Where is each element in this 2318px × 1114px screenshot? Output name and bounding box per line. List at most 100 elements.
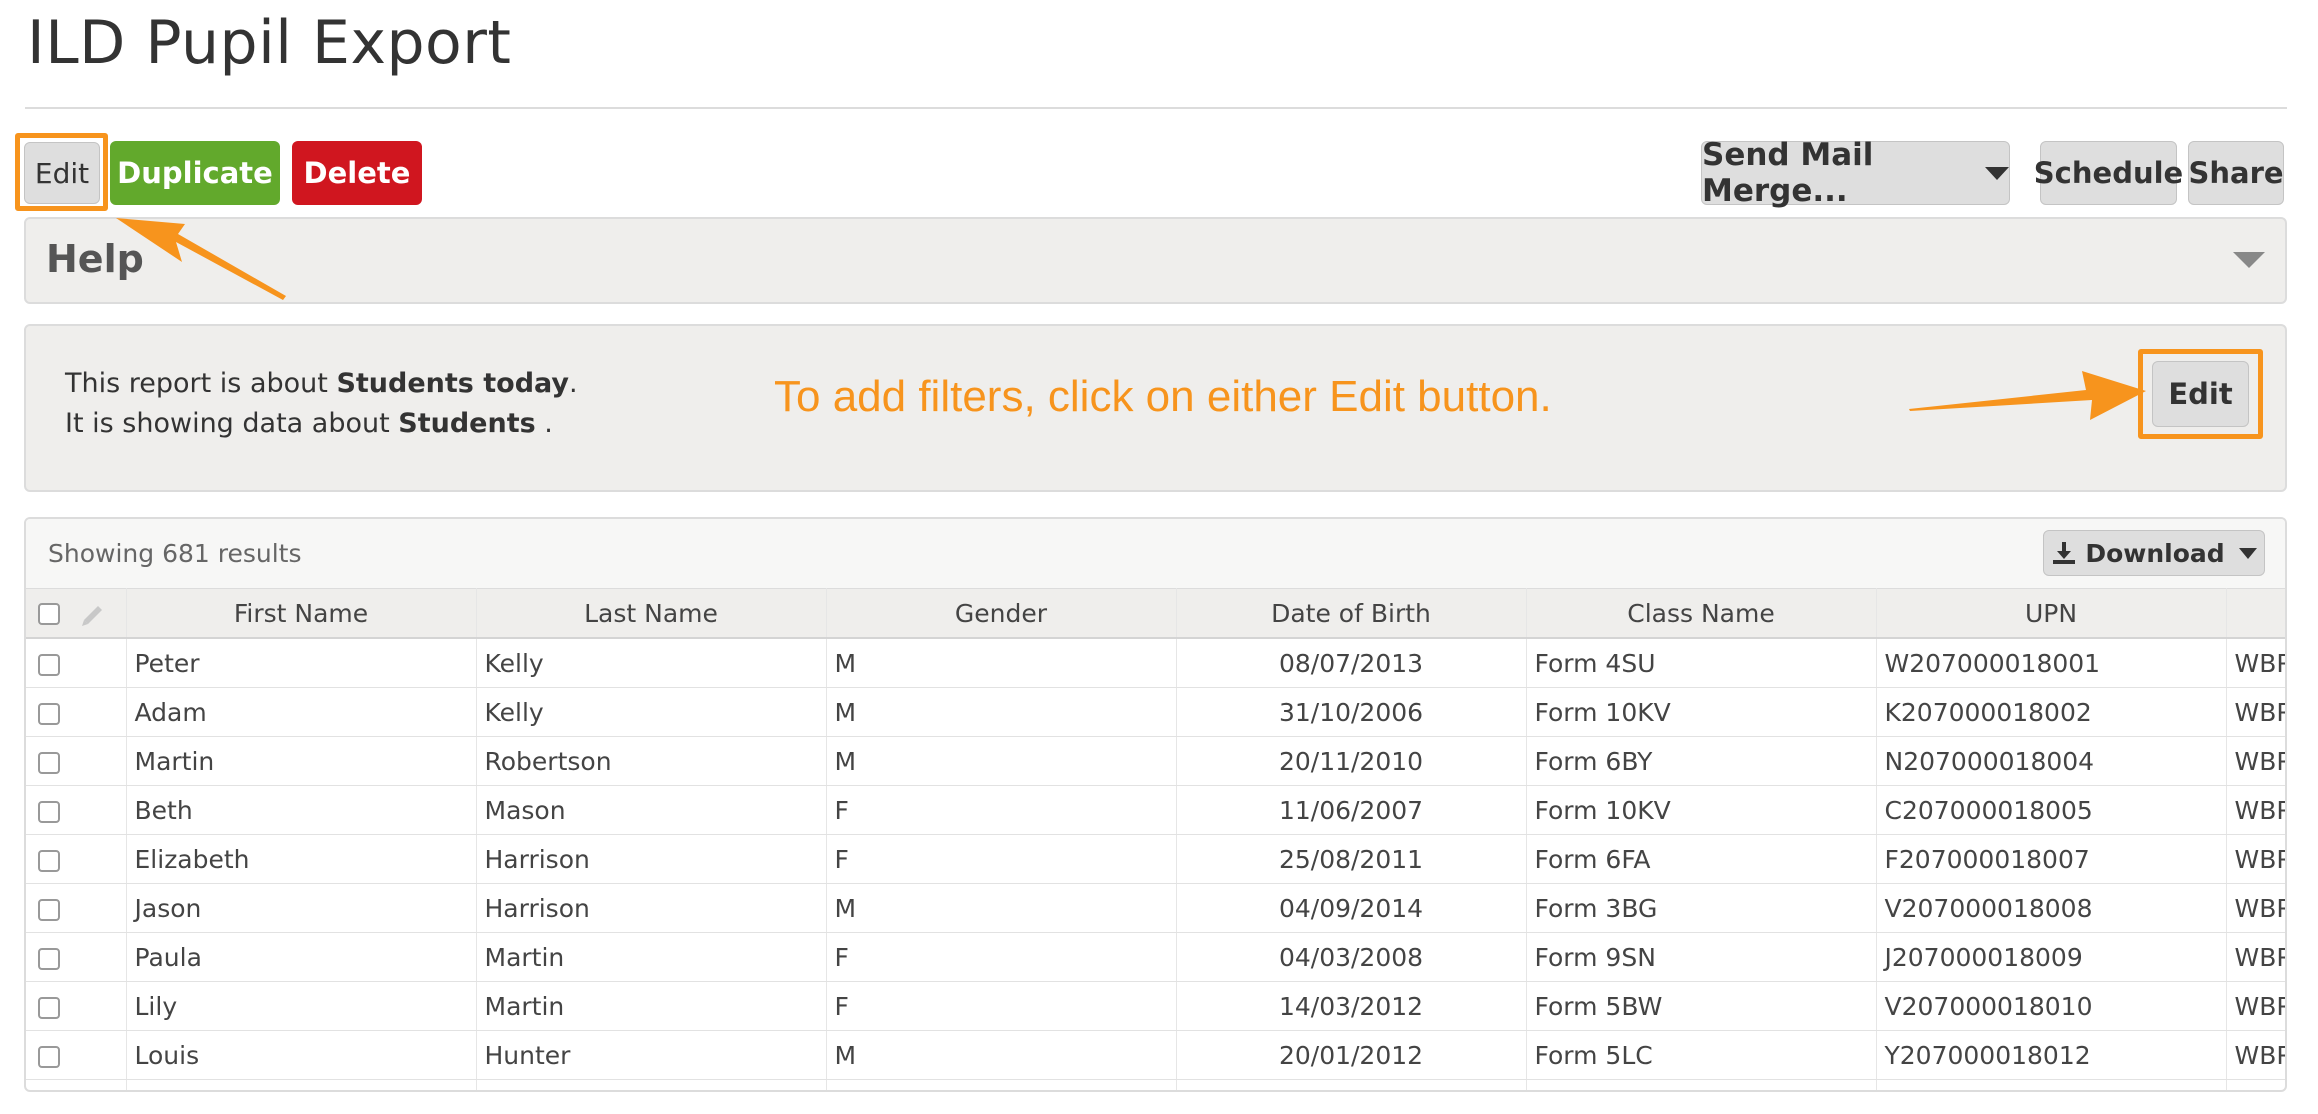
cell-last-name: Harrison [476, 883, 827, 933]
cell-last-name: Mason [476, 785, 827, 835]
cell-upn: V207000018008 [1876, 883, 2227, 933]
row-checkbox[interactable] [38, 947, 60, 970]
row-checkbox[interactable] [38, 1045, 60, 1068]
column-header-extra[interactable] [2226, 588, 2285, 639]
cell-class-name: Form 6BY [1526, 736, 1877, 786]
cell-class-name: Form 10KV [1526, 785, 1877, 835]
cell-class-name: Form 9WD [1526, 1079, 1877, 1090]
row-checkbox[interactable] [38, 898, 60, 921]
row-select-cell [26, 932, 127, 982]
cell-last-name: Martin [476, 981, 827, 1031]
row-checkbox[interactable] [38, 702, 60, 725]
caret-down-icon [2238, 547, 2257, 559]
cell-first-name: Jason [126, 883, 477, 933]
arrow-to-summary-edit [1909, 371, 2146, 420]
row-select-cell [26, 638, 127, 688]
pencil-icon[interactable] [78, 600, 106, 628]
cell-first-name: Alexa [126, 1079, 477, 1090]
cell-upn: Y207000018012 [1876, 1030, 2227, 1080]
table-row[interactable]: Elizabeth Harrison F 25/08/2011 Form 6FA F207… [26, 834, 2285, 884]
column-header-gender[interactable]: Gender [826, 588, 1177, 639]
row-select-cell [26, 687, 127, 737]
cell-date-of-birth: 16/07/2008 [1176, 1079, 1527, 1090]
table-row[interactable]: Martin Robertson M 20/11/2010 Form 6BY N20700… [26, 736, 2285, 786]
cell-last-name: Robertson [476, 736, 827, 786]
table-row[interactable]: Louis Hunter M 20/01/2012 Form 5LC Y207000018… [26, 1030, 2285, 1080]
table-row[interactable]: Peter Kelly M 08/07/2013 Form 4SU W2070000180… [26, 638, 2285, 688]
cell-upn: N207000018004 [1876, 736, 2227, 786]
row-select-cell [26, 981, 127, 1031]
cell-class-name: Form 3BG [1526, 883, 1877, 933]
cell-first-name: Paula [126, 932, 477, 982]
column-header-upn[interactable]: UPN [1876, 588, 2227, 639]
table-row[interactable]: Beth Mason F 11/06/2007 Form 10KV C2070000180… [26, 785, 2285, 835]
cell-extra: WBR [2226, 883, 2285, 933]
row-checkbox[interactable] [38, 849, 60, 872]
cell-last-name: Hunter [476, 1030, 827, 1080]
results-count: Showing 681 results [48, 539, 302, 568]
cell-upn: V207000018010 [1876, 981, 2227, 1031]
cell-gender: M [826, 687, 1177, 737]
download-button[interactable]: Download [2043, 530, 2265, 576]
cell-gender: F [826, 1079, 1177, 1090]
results-header [26, 519, 2285, 589]
cell-upn: J207000018009 [1876, 932, 2227, 982]
row-checkbox[interactable] [38, 751, 60, 774]
cell-class-name: Form 4SU [1526, 638, 1877, 688]
row-select-cell [26, 736, 127, 786]
cell-date-of-birth: 04/09/2014 [1176, 883, 1527, 933]
cell-gender: F [826, 834, 1177, 884]
cell-gender: M [826, 736, 1177, 786]
cell-upn: K207000018002 [1876, 687, 2227, 737]
cell-class-name: Form 5BW [1526, 981, 1877, 1031]
cell-last-name: Kelly [476, 687, 827, 737]
row-select-cell [26, 834, 127, 884]
results-panel: Showing 681 results Download First Name … [24, 517, 2287, 1092]
cell-class-name: Form 9SN [1526, 932, 1877, 982]
table-row[interactable]: Jason Harrison M 04/09/2014 Form 3BG V2070000… [26, 883, 2285, 933]
table-row[interactable]: AlexaScottF16/07/2008Form 9WDM2070000180… [26, 1079, 2285, 1090]
cell-upn: C207000018005 [1876, 785, 2227, 835]
cell-extra: WBR [2226, 981, 2285, 1031]
cell-class-name: Form 5LC [1526, 1030, 1877, 1080]
cell-date-of-birth: 08/07/2013 [1176, 638, 1527, 688]
cell-first-name: Adam [126, 687, 477, 737]
cell-extra: WBR [2226, 785, 2285, 835]
cell-last-name: Martin [476, 932, 827, 982]
cell-first-name: Peter [126, 638, 477, 688]
results-table: First Name Last Name Gender Date of Birt… [26, 588, 2285, 1090]
column-header-date-of-birth[interactable]: Date of Birth [1176, 588, 1527, 639]
header-select-cell [26, 588, 127, 639]
cell-gender: M [826, 638, 1177, 688]
cell-gender: F [826, 932, 1177, 982]
column-header-class-name[interactable]: Class Name [1526, 588, 1877, 639]
cell-first-name: Martin [126, 736, 477, 786]
cell-last-name: Harrison [476, 834, 827, 884]
cell-first-name: Elizabeth [126, 834, 477, 884]
cell-date-of-birth: 11/06/2007 [1176, 785, 1527, 835]
cell-class-name: Form 10KV [1526, 687, 1877, 737]
cell-first-name: Beth [126, 785, 477, 835]
row-select-cell [26, 785, 127, 835]
cell-gender: M [826, 883, 1177, 933]
download-icon [2053, 542, 2076, 564]
table-row[interactable]: Paula Martin F 04/03/2008 Form 9SN J207000018… [26, 932, 2285, 982]
cell-extra: WBR [2226, 932, 2285, 982]
cell-class-name: Form 6FA [1526, 834, 1877, 884]
table-row[interactable]: Lily Martin F 14/03/2012 Form 5BW V2070000180… [26, 981, 2285, 1031]
cell-extra: WBR [2226, 834, 2285, 884]
cell-extra: WBR [2226, 687, 2285, 737]
row-select-cell [26, 1030, 127, 1080]
table-row[interactable]: Adam Kelly M 31/10/2006 Form 10KV K2070000180… [26, 687, 2285, 737]
cell-date-of-birth: 20/11/2010 [1176, 736, 1527, 786]
row-checkbox[interactable] [38, 996, 60, 1019]
cell-first-name: Lily [126, 981, 477, 1031]
column-header-last-name[interactable]: Last Name [476, 588, 827, 639]
cell-extra: WBR [2226, 1030, 2285, 1080]
row-checkbox[interactable] [38, 653, 60, 676]
cell-extra: WBR [2226, 638, 2285, 688]
select-all-checkbox[interactable] [38, 603, 60, 625]
row-checkbox[interactable] [38, 800, 60, 823]
column-header-first-name[interactable]: First Name [126, 588, 477, 639]
cell-upn: W207000018001 [1876, 638, 2227, 688]
